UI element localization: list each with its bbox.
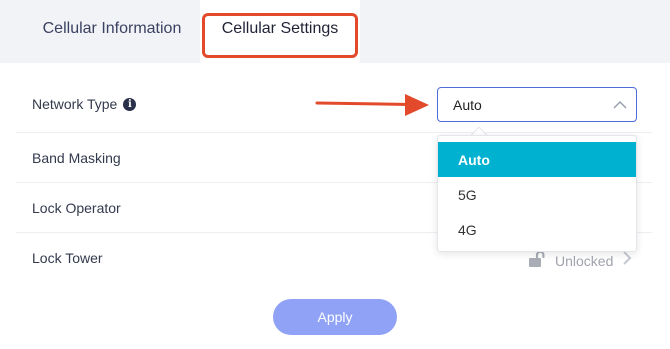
network-type-text: Network Type <box>32 96 118 112</box>
lock-tower-status-text: Unlocked <box>555 252 614 269</box>
option-4g[interactable]: 4G <box>438 212 636 247</box>
chevron-up-icon <box>613 98 627 114</box>
option-auto[interactable]: Auto <box>438 142 636 177</box>
tab-cellular-settings[interactable]: Cellular Settings <box>200 0 360 63</box>
lock-tower-label: Lock Tower <box>32 250 103 266</box>
network-type-value: Auto <box>453 96 482 113</box>
chevron-right-icon[interactable] <box>622 251 632 270</box>
network-type-select[interactable]: Auto <box>437 87 637 122</box>
lock-operator-label: Lock Operator <box>32 200 121 216</box>
network-type-label: Network Type i <box>32 96 137 112</box>
tab-bar: Cellular Information Cellular Settings <box>0 0 670 63</box>
option-5g[interactable]: 5G <box>438 177 636 212</box>
lock-tower-status[interactable]: Unlocked <box>528 250 613 271</box>
info-icon[interactable]: i <box>123 97 137 111</box>
cellular-settings-page: Cellular Information Cellular Settings N… <box>0 0 670 349</box>
apply-button[interactable]: Apply <box>273 299 397 335</box>
tab-cellular-information[interactable]: Cellular Information <box>16 0 208 63</box>
arrow-annotation-icon <box>315 94 429 116</box>
network-type-dropdown: Auto 5G 4G <box>437 135 637 252</box>
band-masking-label: Band Masking <box>32 150 121 166</box>
lock-icon <box>528 250 548 271</box>
